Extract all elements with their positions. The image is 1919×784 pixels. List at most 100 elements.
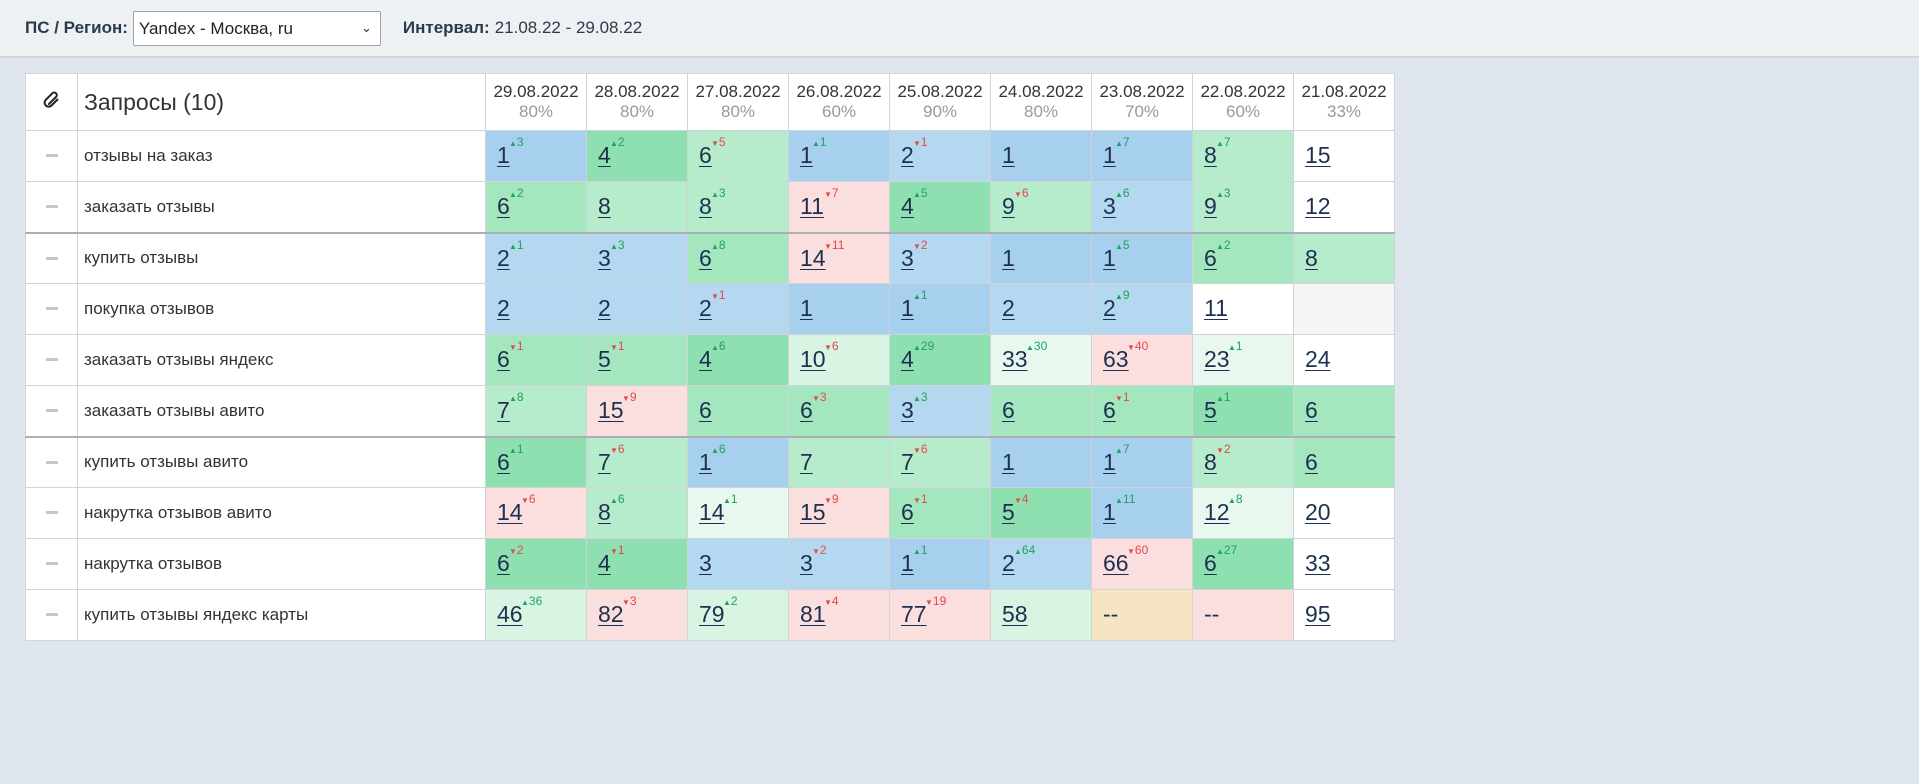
- row-toggle-cell[interactable]: [25, 334, 78, 386]
- position-link[interactable]: 8: [699, 193, 712, 220]
- position-link[interactable]: 6: [497, 449, 510, 476]
- position-link[interactable]: 79: [699, 601, 725, 628]
- position-link[interactable]: 2: [497, 295, 510, 322]
- position-link[interactable]: 2: [497, 245, 510, 272]
- date-column-header[interactable]: 24.08.2022 80%: [990, 73, 1092, 131]
- row-toggle-cell[interactable]: [25, 283, 78, 335]
- position-link[interactable]: 4: [598, 142, 611, 169]
- minus-icon[interactable]: [45, 256, 58, 260]
- position-link[interactable]: 3: [901, 397, 914, 424]
- minus-icon[interactable]: [45, 154, 58, 158]
- position-link[interactable]: 46: [497, 601, 523, 628]
- minus-icon[interactable]: [45, 613, 58, 617]
- position-link[interactable]: 4: [901, 193, 914, 220]
- position-link[interactable]: 5: [1002, 499, 1015, 526]
- position-link[interactable]: 4: [699, 346, 712, 373]
- position-link[interactable]: 23: [1204, 346, 1230, 373]
- position-link[interactable]: 6: [699, 245, 712, 272]
- date-column-header[interactable]: 26.08.2022 60%: [788, 73, 890, 131]
- position-link[interactable]: 6: [1002, 397, 1015, 424]
- position-link[interactable]: 1: [1002, 142, 1015, 169]
- position-link[interactable]: 8: [598, 499, 611, 526]
- paperclip-icon[interactable]: [42, 90, 62, 110]
- position-link[interactable]: 6: [497, 346, 510, 373]
- row-toggle-cell[interactable]: [25, 385, 78, 437]
- position-link[interactable]: 95: [1305, 601, 1331, 628]
- region-select[interactable]: Yandex - Москва, ru ⌄: [132, 10, 381, 46]
- row-toggle-cell[interactable]: [25, 181, 78, 233]
- position-link[interactable]: 24: [1305, 346, 1331, 373]
- position-link[interactable]: 6: [1305, 397, 1318, 424]
- position-link[interactable]: 7: [497, 397, 510, 424]
- position-link[interactable]: 1: [800, 142, 813, 169]
- position-link[interactable]: 5: [1204, 397, 1217, 424]
- minus-icon[interactable]: [45, 511, 58, 515]
- position-link[interactable]: 1: [1103, 449, 1116, 476]
- position-link[interactable]: 82: [598, 601, 624, 628]
- date-column-header[interactable]: 23.08.2022 70%: [1091, 73, 1193, 131]
- minus-icon[interactable]: [45, 409, 58, 413]
- position-link[interactable]: 14: [497, 499, 523, 526]
- region-select-control[interactable]: Yandex - Москва, ru: [133, 11, 380, 45]
- position-link[interactable]: 3: [1103, 193, 1116, 220]
- position-link[interactable]: 6: [1305, 449, 1318, 476]
- position-link[interactable]: 6: [1103, 397, 1116, 424]
- date-column-header[interactable]: 27.08.2022 80%: [687, 73, 789, 131]
- position-link[interactable]: 7: [598, 449, 611, 476]
- row-toggle-cell[interactable]: [25, 538, 78, 590]
- position-link[interactable]: 8: [598, 193, 611, 220]
- position-link[interactable]: 58: [1002, 601, 1028, 628]
- date-column-header[interactable]: 25.08.2022 90%: [889, 73, 991, 131]
- position-link[interactable]: 3: [800, 550, 813, 577]
- position-link[interactable]: 1: [901, 550, 914, 577]
- position-link[interactable]: 2: [598, 295, 611, 322]
- position-link[interactable]: 1: [1103, 245, 1116, 272]
- row-toggle-cell[interactable]: [25, 487, 78, 539]
- row-toggle-cell[interactable]: [25, 130, 78, 182]
- position-link[interactable]: 6: [1204, 245, 1217, 272]
- position-link[interactable]: 12: [1204, 499, 1230, 526]
- position-link[interactable]: 15: [598, 397, 624, 424]
- position-link[interactable]: 6: [901, 499, 914, 526]
- date-column-header[interactable]: 29.08.2022 80%: [485, 73, 587, 131]
- position-link[interactable]: 4: [901, 346, 914, 373]
- position-link[interactable]: 6: [1204, 550, 1217, 577]
- position-link[interactable]: 1: [1103, 499, 1116, 526]
- position-link[interactable]: 14: [800, 245, 826, 272]
- position-link[interactable]: 11: [800, 193, 824, 220]
- position-link[interactable]: 7: [800, 449, 813, 476]
- position-link[interactable]: 1: [901, 295, 914, 322]
- position-link[interactable]: 7: [901, 449, 914, 476]
- date-column-header[interactable]: 28.08.2022 80%: [586, 73, 688, 131]
- position-link[interactable]: 2: [1103, 295, 1116, 322]
- position-link[interactable]: 1: [1103, 142, 1116, 169]
- position-link[interactable]: 2: [901, 142, 914, 169]
- pin-column-header[interactable]: [25, 73, 78, 131]
- position-link[interactable]: 33: [1305, 550, 1331, 577]
- position-link[interactable]: 81: [800, 601, 826, 628]
- position-link[interactable]: 8: [1204, 449, 1217, 476]
- position-link[interactable]: 77: [901, 601, 927, 628]
- row-toggle-cell[interactable]: [25, 231, 78, 284]
- position-link[interactable]: 1: [699, 449, 712, 476]
- minus-icon[interactable]: [45, 358, 58, 362]
- position-link[interactable]: 1: [800, 295, 813, 322]
- position-link[interactable]: 63: [1103, 346, 1129, 373]
- position-link[interactable]: 4: [598, 550, 611, 577]
- position-link[interactable]: 15: [800, 499, 826, 526]
- position-link[interactable]: 10: [800, 346, 826, 373]
- row-toggle-cell[interactable]: [25, 589, 78, 641]
- position-link[interactable]: 66: [1103, 550, 1129, 577]
- position-link[interactable]: 8: [1305, 245, 1318, 272]
- position-link[interactable]: 2: [699, 295, 712, 322]
- position-link[interactable]: 15: [1305, 142, 1331, 169]
- position-link[interactable]: 14: [699, 499, 725, 526]
- position-link[interactable]: 1: [497, 142, 510, 169]
- position-link[interactable]: 2: [1002, 550, 1015, 577]
- position-link[interactable]: 9: [1002, 193, 1015, 220]
- position-link[interactable]: 5: [598, 346, 611, 373]
- position-link[interactable]: 9: [1204, 193, 1217, 220]
- position-link[interactable]: 3: [901, 245, 914, 272]
- position-link[interactable]: 6: [497, 550, 510, 577]
- position-link[interactable]: 6: [699, 397, 712, 424]
